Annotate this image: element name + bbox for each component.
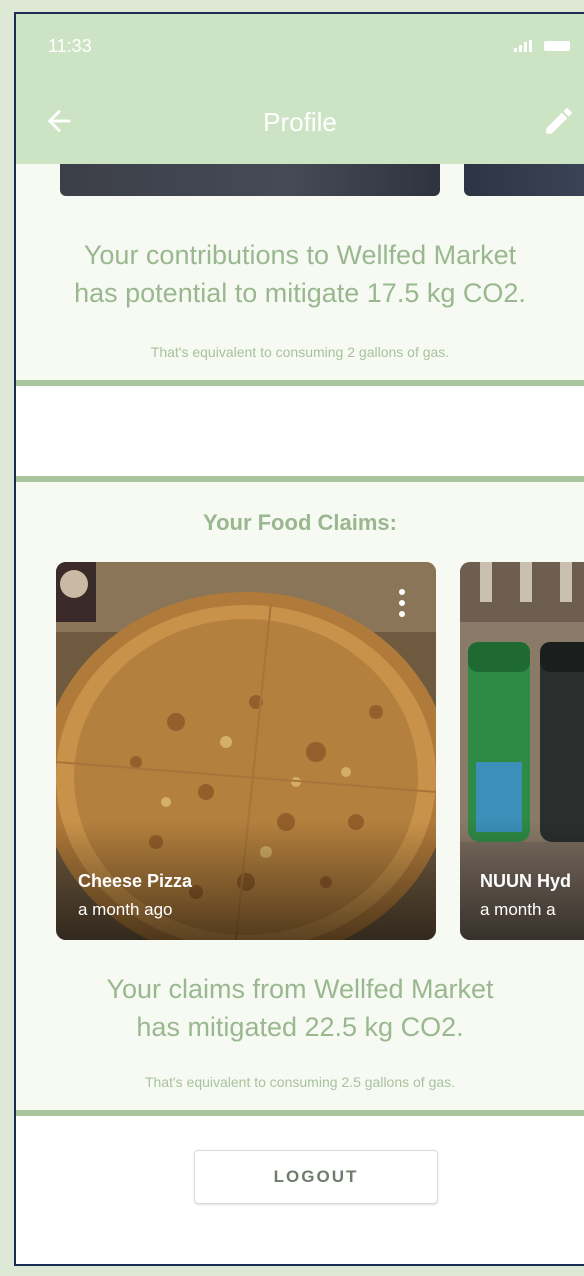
contribution-card-peek[interactable] [464,164,584,196]
logout-button[interactable]: LOGOUT [194,1150,438,1204]
signal-icon [514,40,532,52]
claims-heading: Your Food Claims: [203,510,397,535]
status-icons [514,40,570,52]
food-claims-section: Your Food Claims: Cheese Pizza a month a… [16,476,584,1116]
contributions-equivalent: That's equivalent to consuming 2 gallons… [150,344,450,360]
battery-icon [544,41,570,51]
status-time: 11:33 [48,36,92,56]
claim-card[interactable]: Cheese Pizza a month ago [56,562,436,940]
claim-title: Cheese Pizza [78,871,193,891]
claims-summary-line2: has mitigated 22.5 kg CO2. [136,1012,464,1042]
claims-summary-line1: Your claims from Wellfed Market [106,974,494,1004]
claim-card[interactable]: NUUN Hyd a month a [460,562,584,940]
contributions-section: Your contributions to Wellfed Market has… [16,164,584,386]
claim-time: a month a [480,900,556,919]
page-title: Profile [263,107,337,137]
edit-pencil-icon[interactable] [542,104,576,138]
claim-title: NUUN Hyd [480,871,572,891]
app-bar: 11:33 Profile [16,14,584,164]
contributions-headline-line1: Your contributions to Wellfed Market [83,240,517,270]
contribution-card-peek[interactable] [60,164,440,196]
claim-time: a month ago [78,900,173,919]
claims-equivalent: That's equivalent to consuming 2.5 gallo… [144,1074,456,1090]
more-vertical-icon[interactable] [398,588,406,618]
phone-screen: 11:33 Profile Your contributions to Well… [14,12,584,1266]
contributions-headline-line2: has potential to mitigate 17.5 kg CO2. [74,278,526,308]
